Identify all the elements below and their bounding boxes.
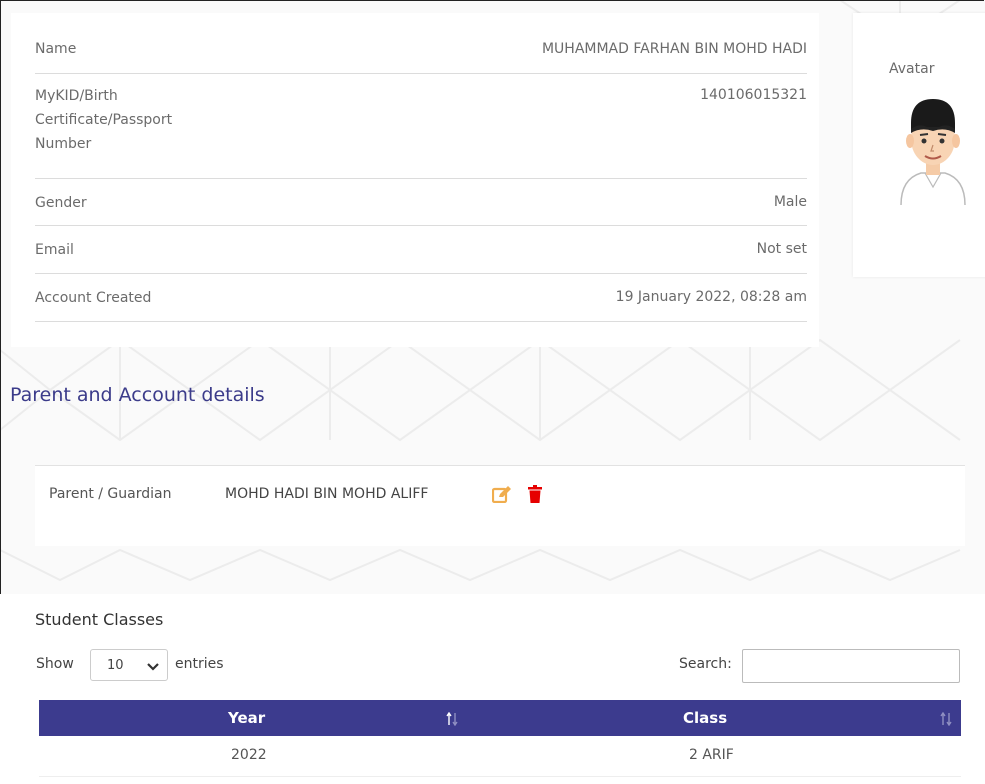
column-header-year[interactable]: Year — [228, 700, 265, 736]
cell-year: 2022 — [231, 747, 267, 763]
column-header-class[interactable]: Class — [683, 700, 727, 736]
id-label-line-3: Number — [35, 136, 92, 152]
name-value: MUHAMMAD FARHAN BIN MOHD HADI — [541, 41, 807, 57]
info-row-gender: Gender Male — [35, 179, 807, 226]
id-label: MyKID/Birth Certificate/Passport Number — [35, 84, 172, 156]
show-label: Show — [36, 656, 74, 672]
parent-panel: Parent / Guardian MOHD HADI BIN MOHD ALI… — [35, 465, 965, 546]
delete-icon[interactable] — [528, 485, 542, 503]
avatar-title: Avatar — [889, 61, 935, 77]
entries-select[interactable]: 10 — [90, 649, 168, 681]
cell-class: 2 ARIF — [689, 747, 734, 763]
sort-icon[interactable] — [940, 712, 952, 726]
gender-value: Male — [773, 194, 807, 210]
avatar-image — [900, 99, 966, 205]
gender-label: Gender — [35, 195, 87, 211]
parent-guardian-name: MOHD HADI BIN MOHD ALIFF — [225, 486, 429, 502]
entries-select-value: 10 — [107, 658, 124, 673]
created-value: 19 January 2022, 08:28 am — [615, 289, 807, 305]
search-input[interactable] — [742, 649, 960, 683]
parent-section-title: Parent and Account details — [10, 384, 265, 406]
chevron-down-icon — [147, 663, 159, 671]
search-label: Search: — [679, 656, 732, 672]
sort-icon[interactable] — [446, 712, 458, 726]
id-value: 140106015321 — [700, 87, 807, 103]
student-info-card: Name MUHAMMAD FARHAN BIN MOHD HADI MyKID… — [11, 13, 819, 347]
id-label-line-2: Certificate/Passport — [35, 112, 173, 128]
edit-icon[interactable] — [492, 485, 512, 503]
info-row-created: Account Created 19 January 2022, 08:28 a… — [35, 274, 807, 322]
email-label: Email — [35, 242, 74, 258]
entries-label: entries — [175, 656, 224, 672]
parent-guardian-label: Parent / Guardian — [49, 486, 172, 502]
info-row-id: MyKID/Birth Certificate/Passport Number … — [35, 74, 807, 179]
email-value: Not set — [756, 241, 807, 257]
table-header: Year Class — [39, 700, 961, 736]
avatar-card: Avatar — [853, 13, 985, 277]
student-classes-title: Student Classes — [35, 610, 164, 629]
info-row-email: Email Not set — [35, 226, 807, 274]
created-label: Account Created — [35, 290, 152, 306]
student-classes-panel: Student Classes Show 10 entries Search: … — [0, 594, 985, 784]
table-row: 2022 2 ARIF — [39, 736, 961, 777]
name-label: Name — [35, 41, 77, 57]
info-row-name: Name MUHAMMAD FARHAN BIN MOHD HADI — [35, 28, 807, 74]
id-label-line-1: MyKID/Birth — [35, 88, 118, 104]
